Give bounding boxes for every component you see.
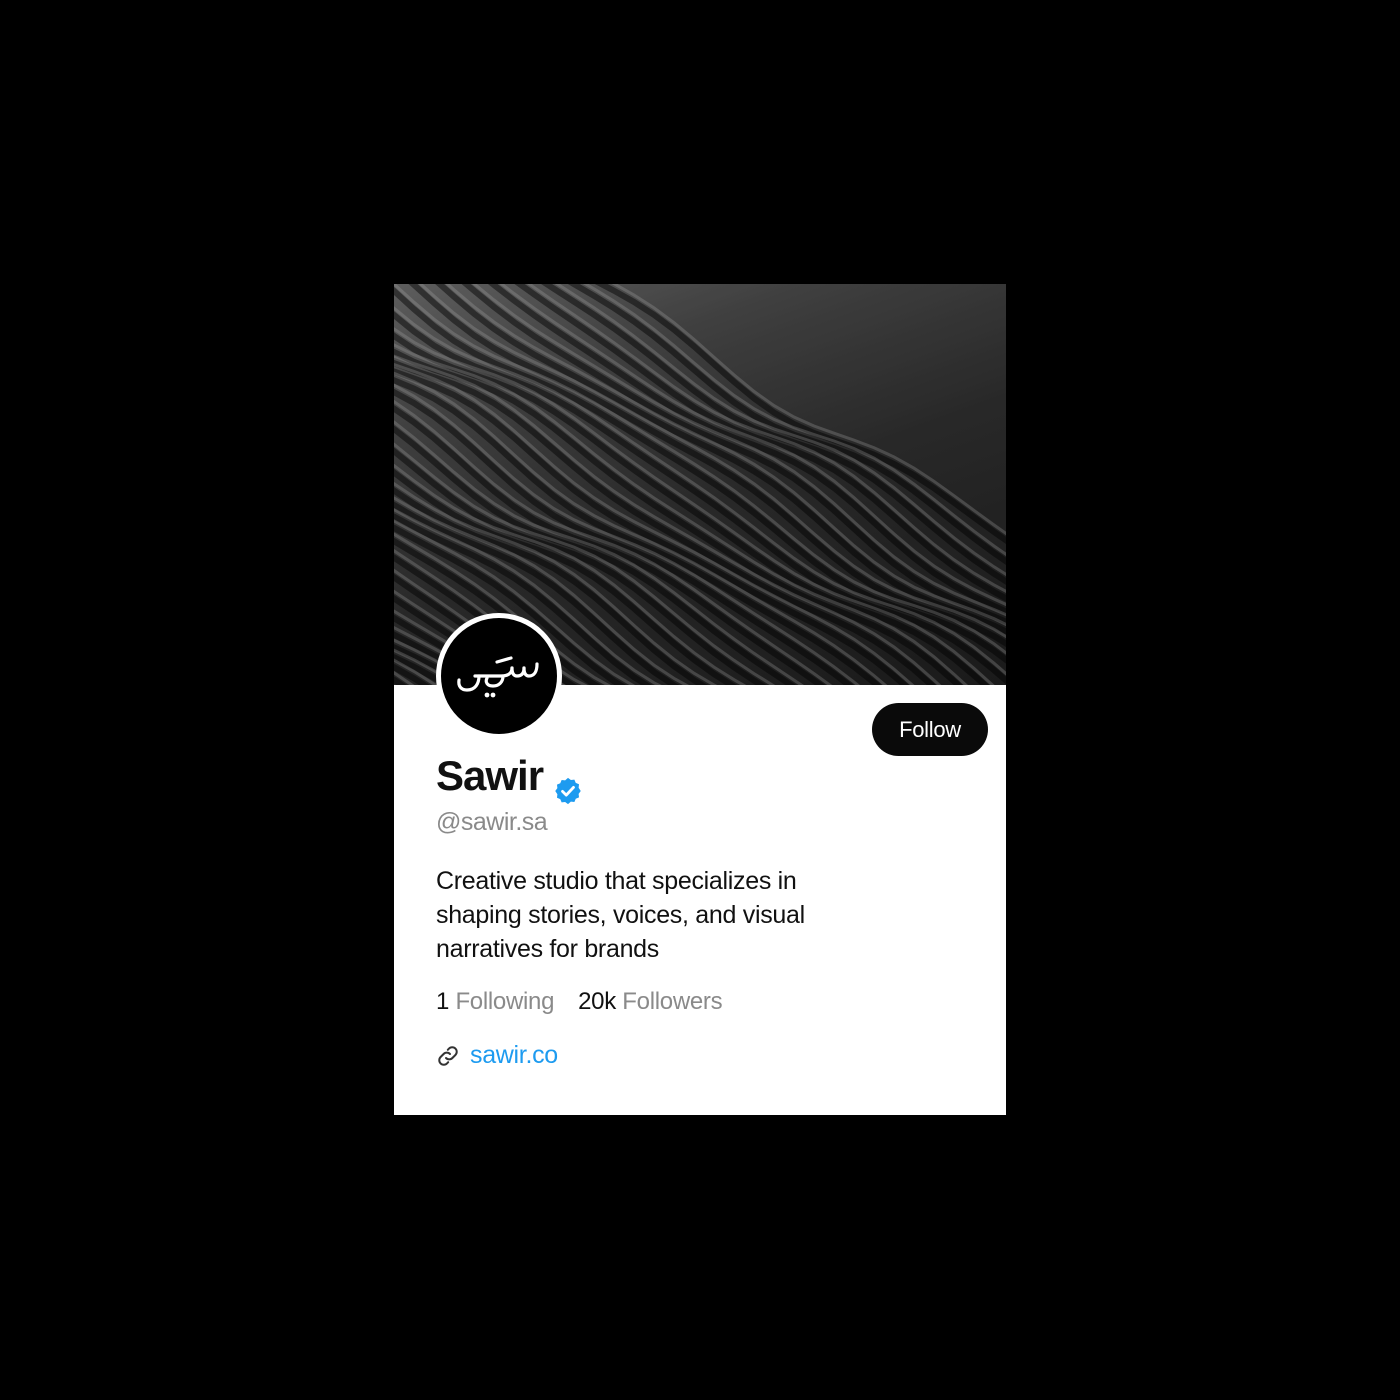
profile-card: Follow Sawir @sawir.sa Creative studio t… bbox=[394, 284, 1006, 1115]
followers-count: 20k bbox=[578, 988, 616, 1015]
follow-button[interactable]: Follow bbox=[872, 703, 988, 756]
following-count-link[interactable]: 1 Following bbox=[436, 988, 554, 1016]
following-count: 1 bbox=[436, 988, 450, 1015]
profile-stats: 1 Following 20k Followers bbox=[436, 988, 746, 1016]
website-link[interactable]: sawir.co bbox=[470, 1041, 558, 1070]
website-link-row[interactable]: sawir.co bbox=[436, 1041, 558, 1070]
profile-bio: Creative studio that specializes in shap… bbox=[436, 867, 805, 963]
followers-count-link[interactable]: 20k Followers bbox=[578, 988, 722, 1016]
profile-handle: @sawir.sa bbox=[436, 808, 548, 836]
name-row: Sawir bbox=[436, 752, 583, 812]
link-icon bbox=[438, 1045, 458, 1066]
avatar[interactable] bbox=[436, 613, 562, 739]
followers-label: Followers bbox=[622, 988, 723, 1015]
following-label: Following bbox=[455, 988, 555, 1015]
avatar-logo bbox=[457, 656, 539, 698]
display-name: Sawir bbox=[436, 752, 544, 799]
verified-badge-icon bbox=[555, 777, 581, 805]
